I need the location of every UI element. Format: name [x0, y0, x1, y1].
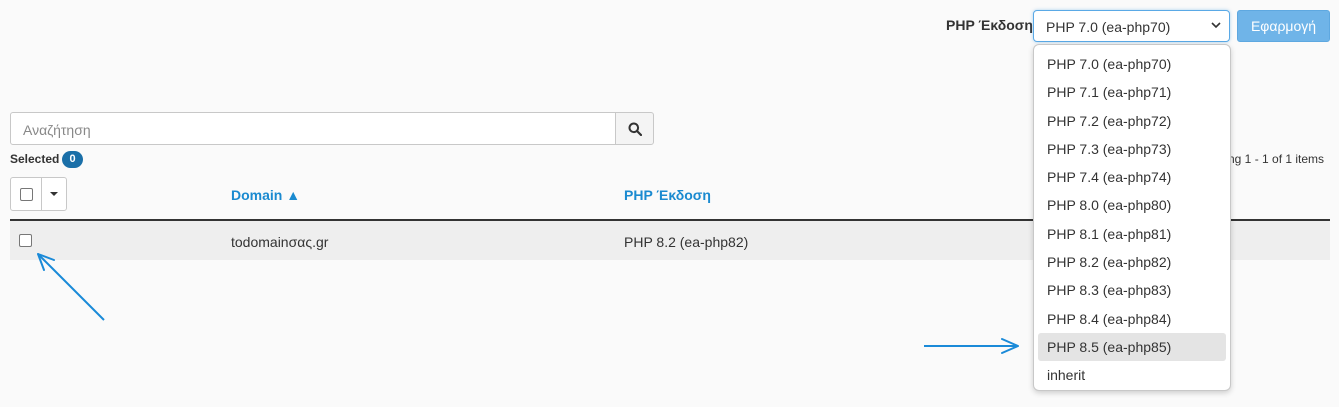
- chevron-down-icon: [1211, 22, 1221, 29]
- php-version-dropdown: PHP 7.0 (ea-php70) PHP 7.1 (ea-php71) PH…: [1033, 44, 1231, 391]
- dropdown-option[interactable]: PHP 7.3 (ea-php73): [1038, 135, 1226, 163]
- search-icon: [628, 122, 642, 136]
- select-all-checkbox[interactable]: [20, 188, 33, 201]
- php-version-select-value: PHP 7.0 (ea-php70): [1046, 19, 1171, 35]
- paging-info: ng 1 - 1 of 1 items: [1228, 152, 1325, 166]
- dropdown-option[interactable]: PHP 8.1 (ea-php81): [1038, 220, 1226, 248]
- column-header-php-version[interactable]: PHP Έκδοση: [624, 187, 711, 203]
- apply-button[interactable]: Εφαρμογή: [1237, 10, 1330, 42]
- bulk-select-group: [10, 177, 67, 211]
- dropdown-option[interactable]: PHP 8.4 (ea-php84): [1038, 305, 1226, 333]
- search-bar: Αναζήτηση: [10, 112, 654, 145]
- annotation-arrow-checkbox: [37, 253, 105, 321]
- dropdown-option[interactable]: inherit: [1038, 361, 1226, 389]
- dropdown-option-highlighted[interactable]: PHP 8.5 (ea-php85): [1038, 332, 1226, 362]
- dropdown-option[interactable]: PHP 8.3 (ea-php83): [1038, 276, 1226, 304]
- dropdown-option[interactable]: PHP 7.0 (ea-php70): [1038, 50, 1226, 78]
- php-version-select[interactable]: PHP 7.0 (ea-php70): [1033, 10, 1230, 42]
- search-input[interactable]: Αναζήτηση: [10, 112, 616, 145]
- dropdown-option[interactable]: PHP 7.4 (ea-php74): [1038, 163, 1226, 191]
- dropdown-option[interactable]: PHP 8.0 (ea-php80): [1038, 191, 1226, 219]
- selected-count-badge: 0: [62, 151, 83, 168]
- dropdown-option[interactable]: PHP 8.2 (ea-php82): [1038, 248, 1226, 276]
- dropdown-option[interactable]: PHP 7.2 (ea-php72): [1038, 107, 1226, 135]
- dropdown-option[interactable]: PHP 7.1 (ea-php71): [1038, 78, 1226, 106]
- column-header-domain[interactable]: Domain ▲: [231, 187, 300, 203]
- annotation-arrow-option: [924, 338, 1019, 354]
- selected-label: Selected: [10, 152, 60, 166]
- row-php-version: PHP 8.2 (ea-php82): [624, 234, 749, 250]
- bulk-select-dropdown-button[interactable]: [42, 178, 66, 210]
- search-button[interactable]: [615, 112, 654, 145]
- caret-down-icon: [50, 192, 58, 196]
- php-version-label: PHP Έκδοση: [946, 17, 1033, 33]
- row-domain: todomainσας.gr: [231, 234, 329, 250]
